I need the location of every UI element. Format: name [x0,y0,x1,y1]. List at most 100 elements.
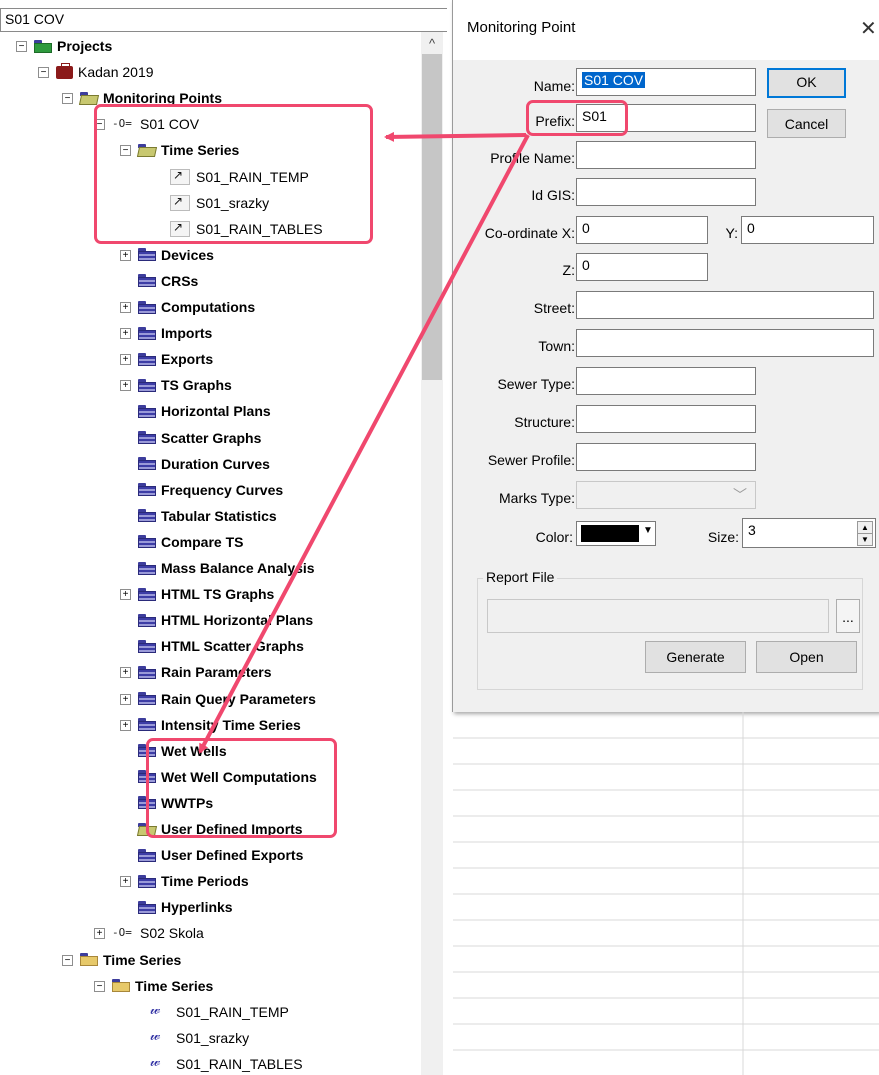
tree-item[interactable]: Frequency Curves [138,478,283,502]
tree-item[interactable]: HTML Horizontal Plans [138,608,313,632]
coordinate-x-field[interactable]: 0 [576,216,708,244]
collapse-toggle-icon[interactable]: − [38,67,49,79]
expand-toggle-icon[interactable]: + [94,928,105,940]
coordinate-z-field[interactable]: 0 [576,253,708,281]
tree-item[interactable]: + Imports [120,321,212,345]
collapse-toggle-icon[interactable]: − [16,41,27,52]
size-spinner[interactable]: 3 ▲ ▼ [742,518,876,548]
name-field[interactable]: S01 COV [576,68,756,96]
name-value: S01 COV [582,72,646,88]
tree-item[interactable]: − Time Series [62,948,181,972]
tree-item[interactable]: User Defined Exports [138,843,303,867]
browse-button[interactable]: ... [836,599,860,633]
expand-toggle-icon[interactable]: + [120,328,131,340]
tree-item-label: Devices [161,246,214,263]
tree-item[interactable]: + Time Periods [120,869,249,893]
tree-item[interactable]: HTML Scatter Graphs [138,634,304,658]
tree-item[interactable]: + Rain Query Parameters [120,687,316,711]
expand-toggle-icon[interactable]: + [120,876,131,888]
collapse-toggle-icon[interactable]: − [62,954,73,966]
street-field[interactable] [576,291,874,319]
tree-item[interactable]: − Projects [16,34,112,58]
folder-icon [138,561,156,575]
close-icon[interactable]: ✕ [860,16,877,41]
folder-icon [138,404,156,418]
open-button[interactable]: Open [756,641,857,673]
waveform-icon [150,1001,170,1019]
report-file-label: Report File [483,569,558,585]
tree-item[interactable]: + Devices [120,243,214,267]
profile-name-field[interactable] [576,141,756,169]
collapse-toggle-icon[interactable]: − [94,980,105,992]
tree-item[interactable]: − Time Series [94,974,213,998]
cancel-button[interactable]: Cancel [767,109,846,138]
coordinate-y-label: Y: [725,225,738,241]
expand-toggle-icon[interactable]: + [120,380,131,392]
expand-toggle-icon[interactable]: + [120,354,131,366]
briefcase-icon [56,62,73,79]
tree-item[interactable]: S01_RAIN_TABLES [150,1052,303,1075]
expand-toggle-icon[interactable]: + [120,693,131,705]
expand-toggle-icon[interactable]: + [120,249,131,261]
tree-item[interactable]: Compare TS [138,530,243,554]
generate-button[interactable]: Generate [645,641,746,673]
tree-item[interactable]: CRSs [138,269,198,293]
structure-field[interactable] [576,405,756,433]
ok-button[interactable]: OK [767,68,846,98]
tree-item[interactable]: + Rain Parameters [120,660,272,684]
profile-name-label: Profile Name: [490,150,575,166]
expand-toggle-icon[interactable]: + [120,719,131,731]
expand-toggle-icon[interactable]: + [120,667,131,679]
chevron-down-icon: ﹀ [733,487,747,503]
tree-header: S01 COV [0,8,447,32]
spin-down-icon[interactable]: ▼ [857,533,873,546]
expand-toggle-icon[interactable]: + [120,589,131,601]
tree-item-label: S01_srazky [176,1029,250,1046]
scroll-up-arrow-icon[interactable]: ^ [421,36,443,54]
tree-item[interactable]: Scatter Graphs [138,426,261,450]
scroll-thumb[interactable] [422,54,442,380]
tree-item[interactable]: Horizontal Plans [138,399,271,423]
tree-scrollbar[interactable]: ^ [421,32,443,1075]
folder-icon [138,874,156,888]
tree-item[interactable]: + Exports [120,347,213,371]
tree-item-label: HTML TS Graphs [161,586,275,603]
folder-green-icon [34,39,52,53]
folder-open-icon [80,91,98,105]
tree-item[interactable]: Tabular Statistics [138,504,277,528]
tree-item-label: S01_RAIN_TABLES [176,1055,303,1072]
tree-item[interactable]: Duration Curves [138,452,270,476]
tree-item[interactable]: + HTML TS Graphs [120,582,275,606]
street-label: Street: [533,300,575,316]
tree-item[interactable]: Hyperlinks [138,895,233,919]
folder-icon [138,352,156,366]
tree-item-label: TS Graphs [161,377,232,394]
report-file-group [477,578,863,690]
town-field[interactable] [576,329,874,357]
waveform-icon [150,1053,170,1071]
sewer-profile-field[interactable] [576,443,756,471]
tree-item[interactable]: S01_RAIN_TEMP [150,1000,289,1024]
color-picker[interactable]: ▼ [576,521,656,546]
folder-icon [138,457,156,471]
tree-item[interactable]: Mass Balance Analysis [138,556,315,580]
tree-item[interactable]: + TS Graphs [120,373,232,397]
coordinate-z-label: Z: [562,262,575,278]
dialog-title: Monitoring Point [467,19,576,36]
expand-toggle-icon[interactable]: + [120,302,131,313]
folder-icon [138,300,156,314]
marks-type-select[interactable]: ﹀ [576,481,756,509]
sewer-type-field[interactable] [576,367,756,395]
color-swatch [581,525,639,542]
report-file-field[interactable] [487,599,829,633]
tree-item[interactable]: + Computations [120,295,255,319]
collapse-toggle-icon[interactable]: − [62,93,73,105]
folder-icon [138,326,156,340]
tree-item[interactable]: + Intensity Time Series [120,713,301,737]
tree-item[interactable]: + -O= S02 Skola [94,921,204,945]
coordinate-y-field[interactable]: 0 [741,216,874,244]
id-gis-field[interactable] [576,178,756,206]
tree-item[interactable]: S01_srazky [150,1026,249,1050]
folder-icon [138,718,156,732]
tree-item[interactable]: − Kadan 2019 [38,60,154,84]
